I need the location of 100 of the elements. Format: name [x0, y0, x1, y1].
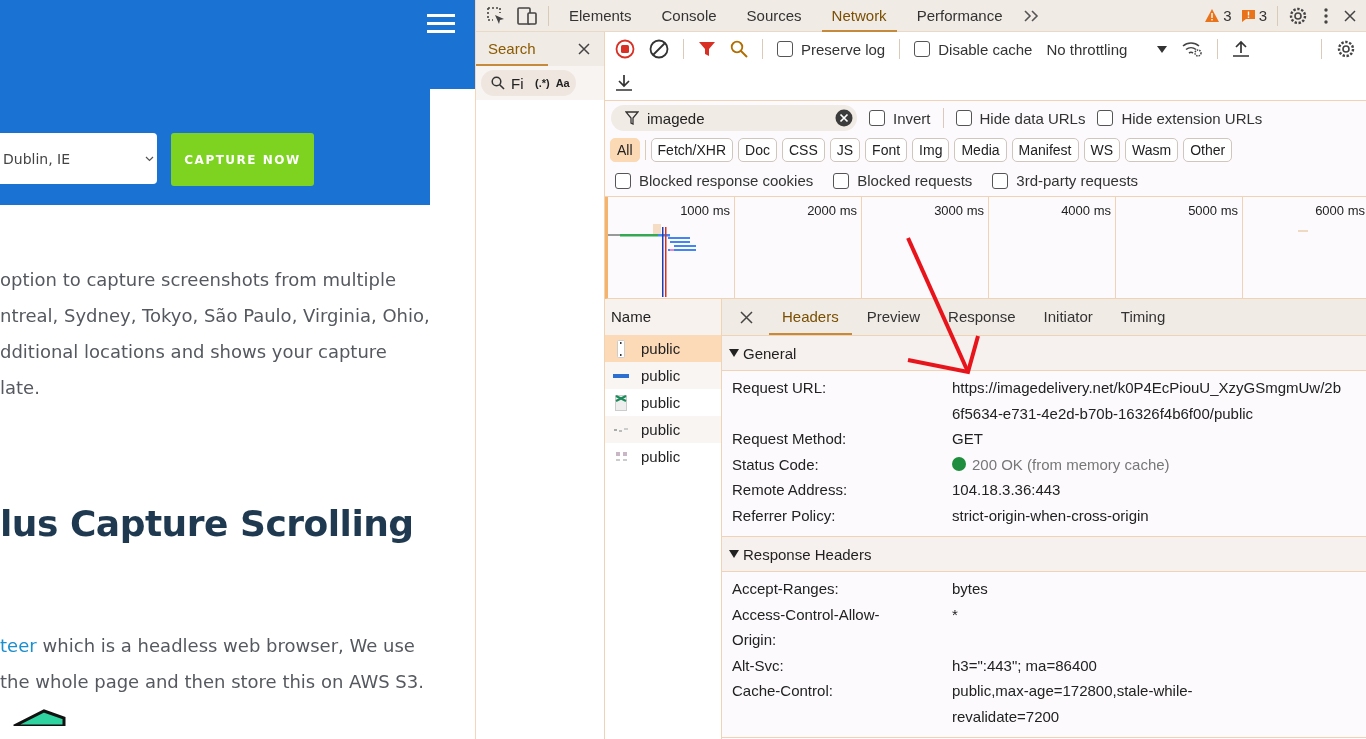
checkbox[interactable]	[914, 41, 931, 57]
message-icon	[1241, 9, 1255, 22]
header-value: strict-origin-when-cross-origin	[952, 505, 1149, 526]
issue-badge[interactable]: 3	[1241, 7, 1267, 24]
tick-label: 5000 ms	[1188, 203, 1238, 219]
tick-label: 1000 ms	[680, 203, 730, 219]
header-value: https://imagedelivery.net/k0P4EcPiouU_XzyGSmgmUw/2b	[952, 378, 1342, 398]
throttling-select[interactable]: No throttling	[1046, 40, 1168, 58]
clear-input-icon[interactable]	[835, 109, 853, 127]
upload-icon[interactable]	[1232, 40, 1251, 58]
settings-icon[interactable]	[1288, 5, 1308, 26]
panel-tab[interactable]: Performance	[906, 0, 1013, 32]
image-thumbnail-icon	[617, 339, 625, 358]
checkbox[interactable]	[869, 110, 885, 126]
close-icon[interactable]	[1344, 9, 1356, 22]
checkbox-label[interactable]: Preserve log	[801, 40, 886, 58]
checkbox[interactable]	[777, 41, 793, 57]
header-value: revalidate=7200	[952, 706, 1060, 727]
stop-recording-icon[interactable]	[615, 39, 635, 59]
checkbox[interactable]	[615, 172, 631, 189]
download-icon[interactable]	[615, 74, 633, 92]
column-header[interactable]: Name	[605, 299, 721, 335]
section-header[interactable]: General	[722, 336, 1366, 371]
type-filter-chip[interactable]: CSS	[781, 138, 825, 162]
details-tab[interactable]: Response	[935, 299, 1029, 335]
search-icon	[491, 76, 505, 90]
header-name: Origin:	[732, 630, 778, 650]
type-filter-chip[interactable]: WS	[1083, 138, 1121, 162]
type-filter-chip[interactable]: Other	[1183, 138, 1233, 162]
filter-field[interactable]: imagede	[611, 105, 857, 131]
panel-tab[interactable]: Console	[651, 0, 727, 32]
regex-toggle[interactable]: (.*)	[535, 77, 550, 89]
type-filter-chip[interactable]: Doc	[738, 138, 777, 162]
type-filter-chip[interactable]: Img	[912, 138, 950, 162]
search-field[interactable]: Fi (.*) Aa	[481, 70, 576, 96]
paragraph-line: option to capture screenshots from multiple	[0, 268, 397, 292]
search-icon[interactable]	[730, 40, 748, 58]
checkbox-label[interactable]: Blocked requests	[857, 172, 973, 189]
device-icon[interactable]	[516, 5, 538, 26]
checkbox-label[interactable]: Disable cache	[938, 40, 1033, 58]
header-value: GET	[952, 429, 983, 449]
more-options-icon[interactable]	[1324, 7, 1328, 24]
type-filter-chip[interactable]: All	[610, 138, 640, 162]
inspect-icon[interactable]	[486, 5, 506, 26]
type-filter-chip[interactable]: JS	[829, 138, 861, 162]
settings-icon[interactable]	[1336, 39, 1356, 59]
header-name: Referrer Policy:	[732, 505, 837, 526]
text-link[interactable]: teer	[0, 628, 37, 664]
checkbox[interactable]	[955, 110, 972, 126]
tick-label: 3000 ms	[934, 203, 984, 219]
tick-label: 4000 ms	[1061, 203, 1111, 219]
checkbox[interactable]	[833, 172, 850, 189]
paragraph-line: ntreal, Sydney, Tokyo, São Paulo, Virginia, Ohio,	[0, 304, 431, 328]
checkbox-label[interactable]: Blocked response cookies	[639, 172, 814, 189]
network-conditions-icon[interactable]	[1181, 40, 1204, 58]
header-value: 6f5634-e731-4e2d-b70b-16326f4b6f00/public	[952, 403, 1254, 424]
request-row[interactable]: public	[605, 416, 721, 443]
tick-label: 2000 ms	[807, 203, 857, 219]
details-tab[interactable]: Preview	[853, 299, 934, 335]
panel-tab[interactable]: Sources	[736, 0, 812, 32]
panel-tab[interactable]: Elements	[559, 0, 642, 32]
section-header[interactable]: Response Headers	[722, 537, 1366, 572]
type-filter-chip[interactable]: Fetch/XHR	[650, 138, 734, 162]
request-row[interactable]: public	[605, 389, 721, 416]
type-filter-chip[interactable]: Font	[865, 138, 908, 162]
header-value: 104.18.3.36:443	[952, 480, 1061, 500]
header-name: Accept-Ranges:	[732, 579, 840, 599]
header-value: h3=":443"; ma=86400	[952, 655, 1097, 676]
request-row[interactable]: public	[605, 335, 721, 362]
checkbox[interactable]	[1097, 110, 1114, 126]
details-tab[interactable]: Initiator	[1030, 299, 1106, 335]
filter-icon[interactable]	[698, 40, 716, 58]
checkbox[interactable]	[992, 172, 1009, 189]
filter-icon	[625, 111, 639, 125]
image-thumbnail-icon	[613, 373, 629, 378]
request-row[interactable]: public	[605, 362, 721, 389]
caret-down-icon	[1157, 45, 1168, 53]
menu-icon[interactable]	[427, 14, 455, 34]
type-filter-chip[interactable]: Media	[954, 138, 1007, 162]
warning-badge[interactable]: 3	[1205, 7, 1232, 24]
type-filter-chip[interactable]: Manifest	[1011, 138, 1079, 162]
header-name: Access-Control-Allow-	[732, 604, 881, 625]
paragraph-line: late.	[0, 376, 41, 400]
clear-icon[interactable]	[649, 39, 669, 59]
checkbox-label[interactable]: Hide extension URLs	[1121, 109, 1263, 127]
details-tab[interactable]: Timing	[1107, 299, 1179, 335]
checkbox-label[interactable]: 3rd-party requests	[1016, 172, 1139, 189]
request-row[interactable]: public	[605, 443, 721, 470]
type-filter-chip[interactable]: Wasm	[1125, 138, 1179, 162]
checkbox-label[interactable]: Hide data URLs	[979, 109, 1086, 127]
more-tabs-icon[interactable]	[1022, 8, 1039, 23]
match-case-toggle[interactable]: Aa	[555, 77, 570, 89]
section-heading: lus Capture Scrolling	[0, 503, 415, 544]
location-select[interactable]: Dublin, IE	[0, 133, 157, 184]
checkbox-label[interactable]: Invert	[893, 109, 931, 127]
image-thumbnail-icon	[614, 427, 628, 432]
close-icon[interactable]	[740, 310, 753, 324]
header-value: public,max-age=172800,stale-while-	[952, 681, 1193, 701]
close-icon[interactable]	[578, 43, 590, 55]
warning-icon	[1205, 9, 1220, 22]
